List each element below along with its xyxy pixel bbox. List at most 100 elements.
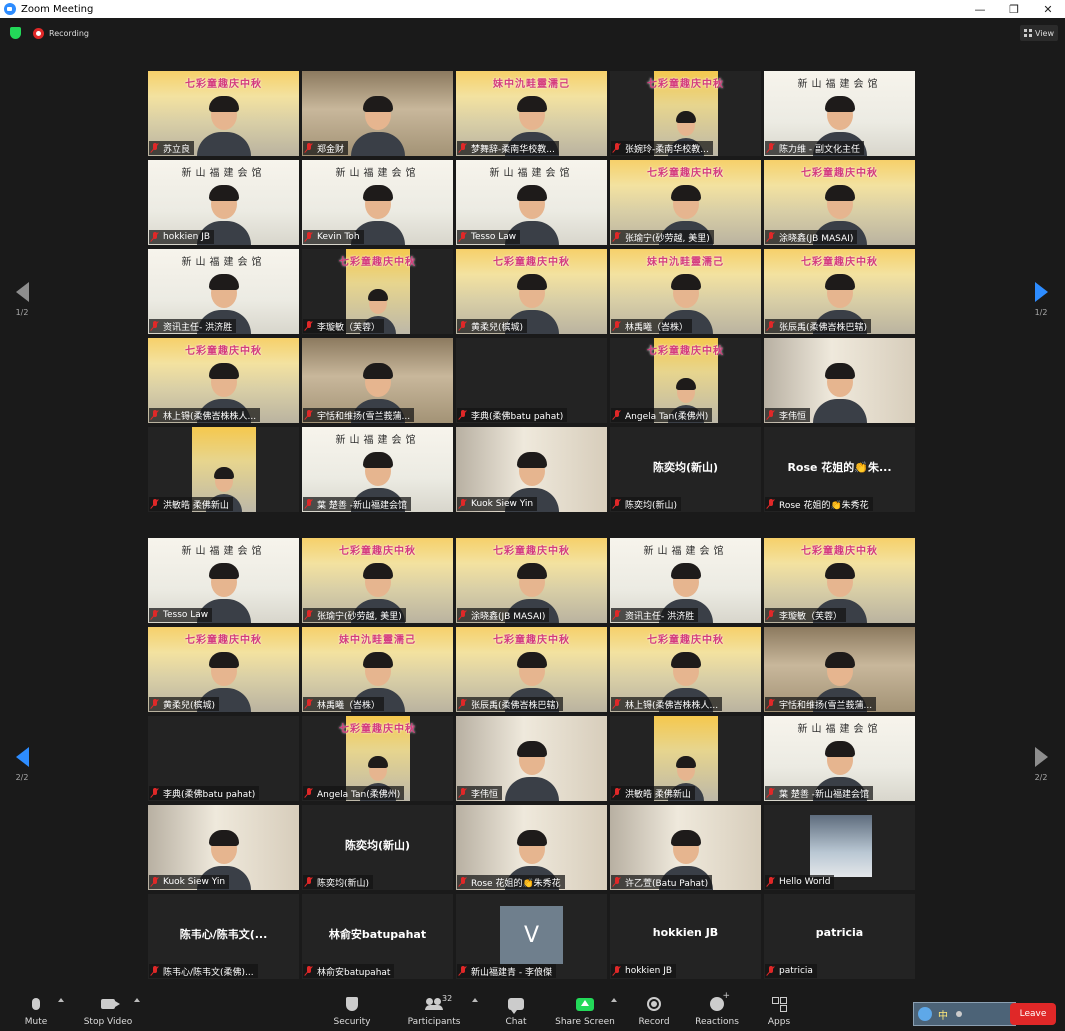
ime-moon-icon[interactable]	[956, 1011, 962, 1017]
maximize-button[interactable]: ❐	[997, 0, 1031, 18]
chat-button[interactable]: Chat	[486, 994, 546, 1027]
view-button[interactable]: View	[1020, 25, 1058, 41]
muted-mic-icon	[151, 877, 159, 887]
participant-tile[interactable]: 新山福建会馆 hokkien JB	[148, 160, 299, 245]
participant-tile[interactable]: 宇恬和维扬(雪兰莪蒲...	[764, 627, 915, 712]
participant-name: Angela Tan(柔佛州)	[317, 789, 401, 800]
participant-tile[interactable]: 七彩童趣庆中秋 涂晓鑫(JB MASAI)	[456, 538, 607, 623]
participant-name-label: 林禹曦（峇株）	[611, 319, 693, 333]
participant-tile[interactable]: 新山福建会馆 陈力维 - 副文化主任	[764, 71, 915, 156]
reactions-button[interactable]: Reactions	[687, 991, 747, 1027]
virtual-background-banner: 七彩童趣庆中秋	[493, 546, 570, 557]
participant-tile[interactable]: Rose 花姐的👏朱... Rose 花姐的👏朱秀花	[764, 427, 915, 512]
participant-tile[interactable]: 陈韦心/陈韦文(... 陈韦心/陈韦文(柔佛)...	[148, 894, 299, 979]
participant-name: Rose 花姐的👏朱秀花	[471, 878, 561, 889]
participant-tile[interactable]: 洪敏皓 柔佛新山	[610, 716, 761, 801]
participant-tile[interactable]: 七彩童趣庆中秋 黄柔兒(槟城)	[148, 627, 299, 712]
participant-tile[interactable]: patricia patricia	[764, 894, 915, 979]
share-screen-button[interactable]: Share Screen	[555, 994, 615, 1027]
participant-tile[interactable]: 七彩童趣庆中秋 李璇敏（芙蓉）	[764, 538, 915, 623]
page2-next-nav[interactable]: 2/2	[1030, 747, 1052, 782]
security-button[interactable]: Security	[322, 994, 382, 1027]
record-button[interactable]: Record	[624, 994, 684, 1027]
participant-tile[interactable]: 洪敏皓 柔佛新山	[148, 427, 299, 512]
participant-tile[interactable]: 新山福建会馆葉 楚善 -新山福建会馆	[764, 716, 915, 801]
participant-tile[interactable]: 陈奕均(新山) 陈奕均(新山)	[610, 427, 761, 512]
participants-icon	[425, 998, 443, 1010]
participant-tile[interactable]: 妹中氿畦靈濡己 梦舞辞-柔南华校教...	[456, 71, 607, 156]
recording-indicator[interactable]: Recording	[33, 26, 89, 40]
participant-tile[interactable]: 许乙萱(Batu Pahat)	[610, 805, 761, 890]
participant-tile[interactable]: hokkien JB hokkien JB	[610, 894, 761, 979]
participant-name: 张辰禹(柔佛峇株巴辖)	[471, 700, 560, 711]
virtual-background-banner: 新山福建会馆	[643, 546, 728, 557]
participant-tile[interactable]: V 新山福建青 - 李俍傑	[456, 894, 607, 979]
participant-tile[interactable]: 陈奕均(新山) 陈奕均(新山)	[302, 805, 453, 890]
participant-tile[interactable]: 新山福建会馆 Tesso Law	[456, 160, 607, 245]
participant-tile[interactable]: 七彩童趣庆中秋 张辰禹(柔佛峇株巴辖)	[764, 249, 915, 334]
participant-tile[interactable]: 七彩童趣庆中秋 林上锝(柔佛峇株株人...	[610, 627, 761, 712]
muted-mic-icon	[305, 966, 313, 976]
participant-name-label: 陈韦心/陈韦文(柔佛)...	[149, 964, 258, 978]
participant-name-label: Angela Tan(柔佛州)	[611, 408, 713, 422]
participant-tile[interactable]: 新山福建会馆 资讯主任- 洪济胜	[610, 538, 761, 623]
participant-display-name: Rose 花姐的👏朱...	[787, 461, 892, 474]
participant-name: 涂晓鑫(JB MASAI)	[779, 233, 854, 244]
participant-name: Angela Tan(柔佛州)	[625, 411, 709, 422]
participants-button[interactable]: 32 Participants	[404, 994, 464, 1027]
page2-prev-nav[interactable]: 2/2	[11, 747, 33, 782]
participant-tile[interactable]: 林俞安batupahat 林俞安batupahat	[302, 894, 453, 979]
muted-mic-icon	[767, 788, 775, 798]
participant-tile[interactable]: 新山福建会馆 资讯主任- 洪济胜	[148, 249, 299, 334]
participant-tile[interactable]: 妹中氿畦靈濡己 林禹曦（峇株）	[302, 627, 453, 712]
participant-tile[interactable]: 新山福建会馆 Tesso Law	[148, 538, 299, 623]
participant-tile[interactable]: 七彩童趣庆中秋 涂晓鑫(JB MASAI)	[764, 160, 915, 245]
participant-tile[interactable]: 李伟恒	[764, 338, 915, 423]
share-options-caret[interactable]	[611, 998, 617, 1002]
participant-name-label: patricia	[765, 964, 817, 978]
participant-tile[interactable]: 七彩童趣庆中秋 苏立良	[148, 71, 299, 156]
participant-tile[interactable]: 七彩童趣庆中秋 张瑜宁(砂劳越, 美里)	[302, 538, 453, 623]
participant-tile[interactable]: 七彩童趣庆中秋 林上锝(柔佛峇株株人...	[148, 338, 299, 423]
participant-tile[interactable]: Rose 花姐的👏朱秀花	[456, 805, 607, 890]
muted-mic-icon	[305, 410, 313, 420]
participant-tile[interactable]: 李伟恒	[456, 716, 607, 801]
participant-tile[interactable]: 宇恬和维扬(雪兰莪蒲...	[302, 338, 453, 423]
participant-tile[interactable]: 七彩童趣庆中秋 张瑜宁(砂劳越, 美里)	[610, 160, 761, 245]
mute-button[interactable]: Mute	[6, 994, 66, 1027]
minimize-button[interactable]: —	[963, 0, 997, 18]
page1-next-nav[interactable]: 1/2	[1030, 282, 1052, 317]
participant-tile[interactable]: Kuok Siew Yin	[148, 805, 299, 890]
mute-options-caret[interactable]	[58, 998, 64, 1002]
participant-tile[interactable]: 李典(柔佛batu pahat)	[456, 338, 607, 423]
participant-tile[interactable]: 妹中氿畦靈濡己 林禹曦（峇株）	[610, 249, 761, 334]
participant-tile[interactable]: 七彩童趣庆中秋 黄柔兒(槟城)	[456, 249, 607, 334]
encryption-shield-icon[interactable]	[10, 27, 21, 39]
participant-tile[interactable]: Hello World	[764, 805, 915, 890]
participant-tile[interactable]: 新山福建会馆 Kevin Toh	[302, 160, 453, 245]
participant-name: 新山福建青 - 李俍傑	[471, 967, 552, 978]
participant-tile[interactable]: 李典(柔佛batu pahat)	[148, 716, 299, 801]
participant-tile[interactable]: 郑金财	[302, 71, 453, 156]
apps-label: Apps	[767, 1017, 791, 1027]
ime-language-indicator[interactable]: 中	[938, 1007, 948, 1022]
page1-prev-nav[interactable]: 1/2	[11, 282, 33, 317]
participants-options-caret[interactable]	[472, 998, 478, 1002]
participant-display-name: patricia	[815, 926, 864, 939]
leave-button[interactable]: Leave	[1010, 1003, 1056, 1025]
stop-video-button[interactable]: Stop Video	[78, 994, 138, 1027]
muted-mic-icon	[151, 699, 159, 709]
close-button[interactable]: ✕	[1031, 0, 1065, 18]
ime-toolbar[interactable]: 中	[913, 1002, 1016, 1026]
participant-tile[interactable]: 七彩童趣庆中秋 李璇敏（芙蓉）	[302, 249, 453, 334]
participant-tile[interactable]: 七彩童趣庆中秋 Angela Tan(柔佛州)	[610, 338, 761, 423]
participant-tile[interactable]: 七彩童趣庆中秋 张辰禹(柔佛峇株巴辖)	[456, 627, 607, 712]
muted-mic-icon	[151, 143, 159, 153]
participant-tile[interactable]: Kuok Siew Yin	[456, 427, 607, 512]
video-options-caret[interactable]	[134, 998, 140, 1002]
participant-tile[interactable]: 七彩童趣庆中秋 Angela Tan(柔佛州)	[302, 716, 453, 801]
participant-tile[interactable]: 七彩童趣庆中秋 张婉玲-柔南华校教...	[610, 71, 761, 156]
participant-tile[interactable]: 新山福建会馆葉 楚善 -新山福建会馆	[302, 427, 453, 512]
apps-button[interactable]: Apps	[749, 994, 809, 1027]
participant-name-label: 宇恬和维扬(雪兰莪蒲...	[303, 408, 415, 422]
